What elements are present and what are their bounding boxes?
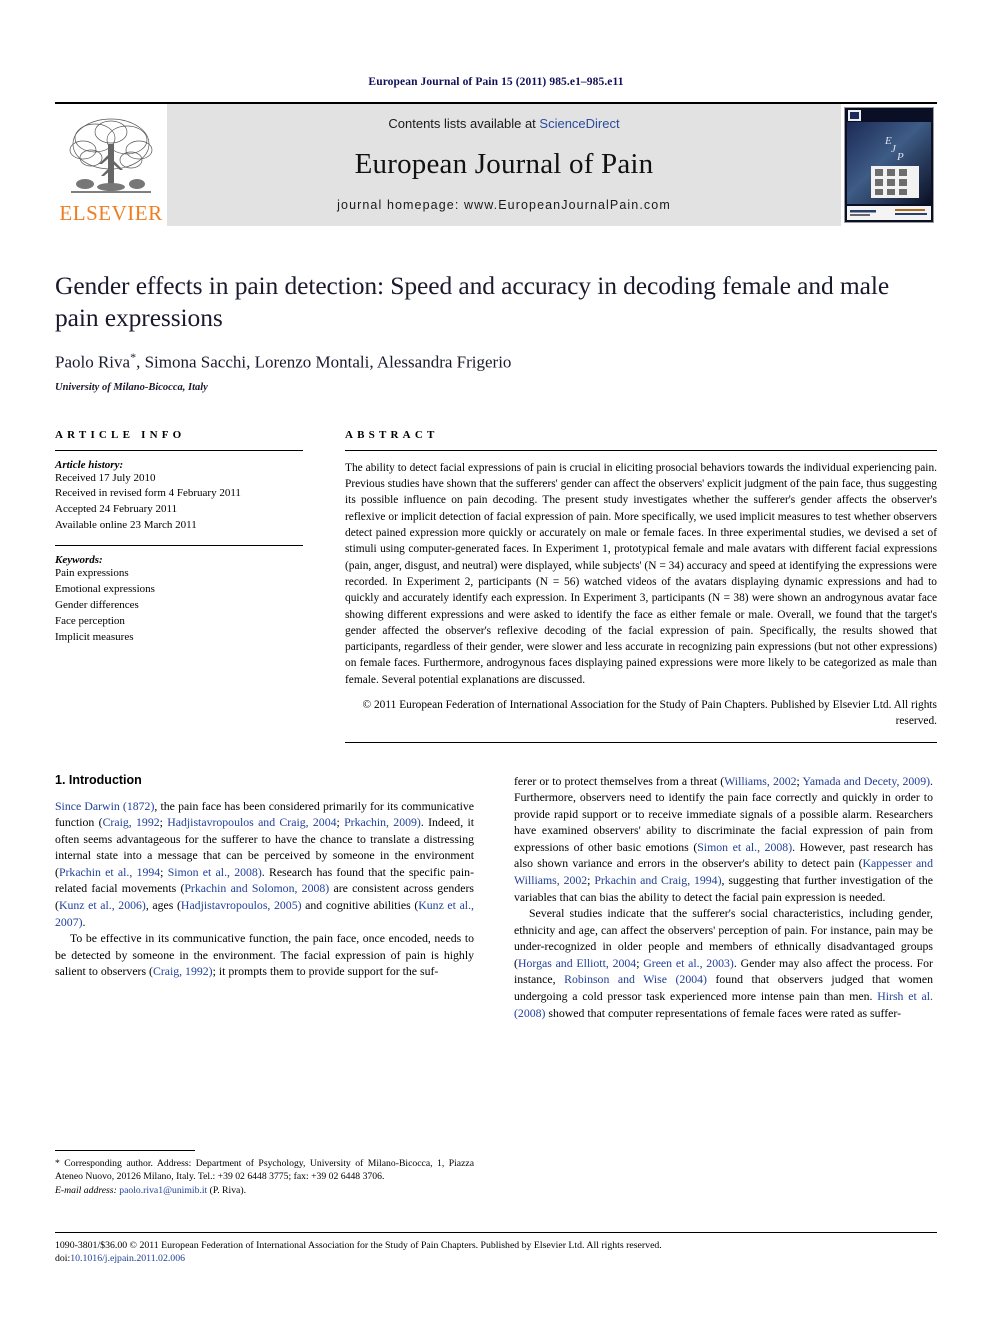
footnote-area: * Corresponding author. Address: Departm… <box>55 1150 474 1197</box>
journal-cover-thumbnail: E J P <box>844 107 934 223</box>
journal-masthead: ELSEVIER Contents lists available at Sci… <box>55 102 937 226</box>
contents-available-line: Contents lists available at ScienceDirec… <box>388 116 619 131</box>
title-block: Gender effects in pain detection: Speed … <box>55 270 937 393</box>
article-info-column: ARTICLE INFO Article history: Received 1… <box>55 429 303 743</box>
keyword-item: Pain expressions <box>55 567 129 580</box>
body-columns: 1. Introduction Since Darwin (1872), the… <box>55 773 937 1021</box>
keywords-label: Keywords: <box>55 554 103 567</box>
footer-block: 1090-3801/$36.00 © 2011 European Federat… <box>55 1232 937 1264</box>
footnote-rule <box>55 1150 195 1151</box>
history-accepted: Accepted 24 February 2011 <box>55 503 178 516</box>
corresponding-author-note: * Corresponding author. Address: Departm… <box>55 1158 474 1183</box>
intro-paragraph-2: To be effective in its communicative fun… <box>55 930 474 980</box>
author-first: Paolo Riva <box>55 352 131 372</box>
email-suffix: (P. Riva). <box>209 1184 246 1196</box>
page-title: Gender effects in pain detection: Speed … <box>55 271 890 332</box>
intro-paragraph-1: Since Darwin (1872), the pain face has b… <box>55 798 474 931</box>
affiliation: University of Milano-Bicocca, Italy <box>55 381 208 393</box>
svg-text:P: P <box>896 151 904 163</box>
article-history-label: Article history: <box>55 458 124 471</box>
doi-line: doi:10.1016/j.ejpain.2011.02.006 <box>55 1253 937 1264</box>
abstract-rule-top <box>345 449 937 451</box>
author-list: Paolo Riva*, Simona Sacchi, Lorenzo Mont… <box>55 350 937 373</box>
journal-cover-container: E J P <box>841 104 937 226</box>
elsevier-tree-icon <box>69 118 153 193</box>
author-rest: , Simona Sacchi, Lorenzo Montali, Alessa… <box>136 352 512 372</box>
history-received: Received 17 July 2010 <box>55 471 156 484</box>
history-revised: Received in revised form 4 February 2011 <box>55 487 241 500</box>
keywords-rule <box>55 545 303 547</box>
history-online: Available online 23 March 2011 <box>55 518 197 531</box>
keyword-item: Face perception <box>55 615 125 628</box>
article-info-rule <box>55 449 303 451</box>
body-column-right: ferer or to protect themselves from a th… <box>514 773 933 1021</box>
intro-paragraph-4: Several studies indicate that the suffer… <box>514 905 933 1021</box>
elsevier-logo: ELSEVIER <box>55 104 167 226</box>
paragraph-text: Since Darwin (1872), the pain face has b… <box>55 798 475 929</box>
elsevier-wordmark: ELSEVIER <box>59 201 163 225</box>
keyword-item: Gender differences <box>55 599 139 612</box>
email-note: E-mail address: paolo.riva1@unimib.it (P… <box>55 1184 474 1197</box>
masthead-center-band: Contents lists available at ScienceDirec… <box>167 104 841 226</box>
abstract-column: ABSTRACT The ability to detect facial ex… <box>345 429 937 743</box>
info-abstract-row: ARTICLE INFO Article history: Received 1… <box>55 429 937 743</box>
abstract-heading: ABSTRACT <box>345 428 439 441</box>
footer-rule <box>55 1232 937 1233</box>
abstract-copyright: © 2011 European Federation of Internatio… <box>362 699 937 728</box>
abstract-rule-bottom <box>345 741 937 743</box>
abstract-text: The ability to detect facial expressions… <box>345 461 937 686</box>
issn-copyright-line: 1090-3801/$36.00 © 2011 European Federat… <box>55 1240 662 1251</box>
email-link[interactable]: paolo.riva1@unimib.it <box>119 1185 207 1196</box>
running-head: European Journal of Pain 15 (2011) 985.e… <box>368 76 624 88</box>
keyword-item: Emotional expressions <box>55 583 155 596</box>
doi-label: doi: <box>55 1252 71 1264</box>
body-column-left: 1. Introduction Since Darwin (1872), the… <box>55 773 474 1021</box>
contents-prefix: Contents lists available at <box>388 116 540 131</box>
sciencedirect-link[interactable]: ScienceDirect <box>539 116 619 131</box>
intro-paragraph-3: ferer or to protect themselves from a th… <box>514 773 933 906</box>
article-info-heading: ARTICLE INFO <box>55 428 186 441</box>
journal-homepage-line[interactable]: journal homepage: www.EuropeanJournalPai… <box>337 198 671 212</box>
paragraph-text: ferer or to protect themselves from a th… <box>514 773 933 904</box>
paragraph-text: Several studies indicate that the suffer… <box>514 906 933 1020</box>
doi-link[interactable]: 10.1016/j.ejpain.2011.02.006 <box>70 1253 185 1264</box>
keyword-item: Implicit measures <box>55 631 134 644</box>
email-label: E-mail address: <box>55 1184 117 1196</box>
introduction-heading: 1. Introduction <box>55 772 142 787</box>
cover-artwork: E J P <box>845 108 933 222</box>
journal-article-page: European Journal of Pain 15 (2011) 985.e… <box>0 0 992 1323</box>
paragraph-text: To be effective in its communicative fun… <box>55 931 474 979</box>
journal-title: European Journal of Pain <box>354 148 654 180</box>
